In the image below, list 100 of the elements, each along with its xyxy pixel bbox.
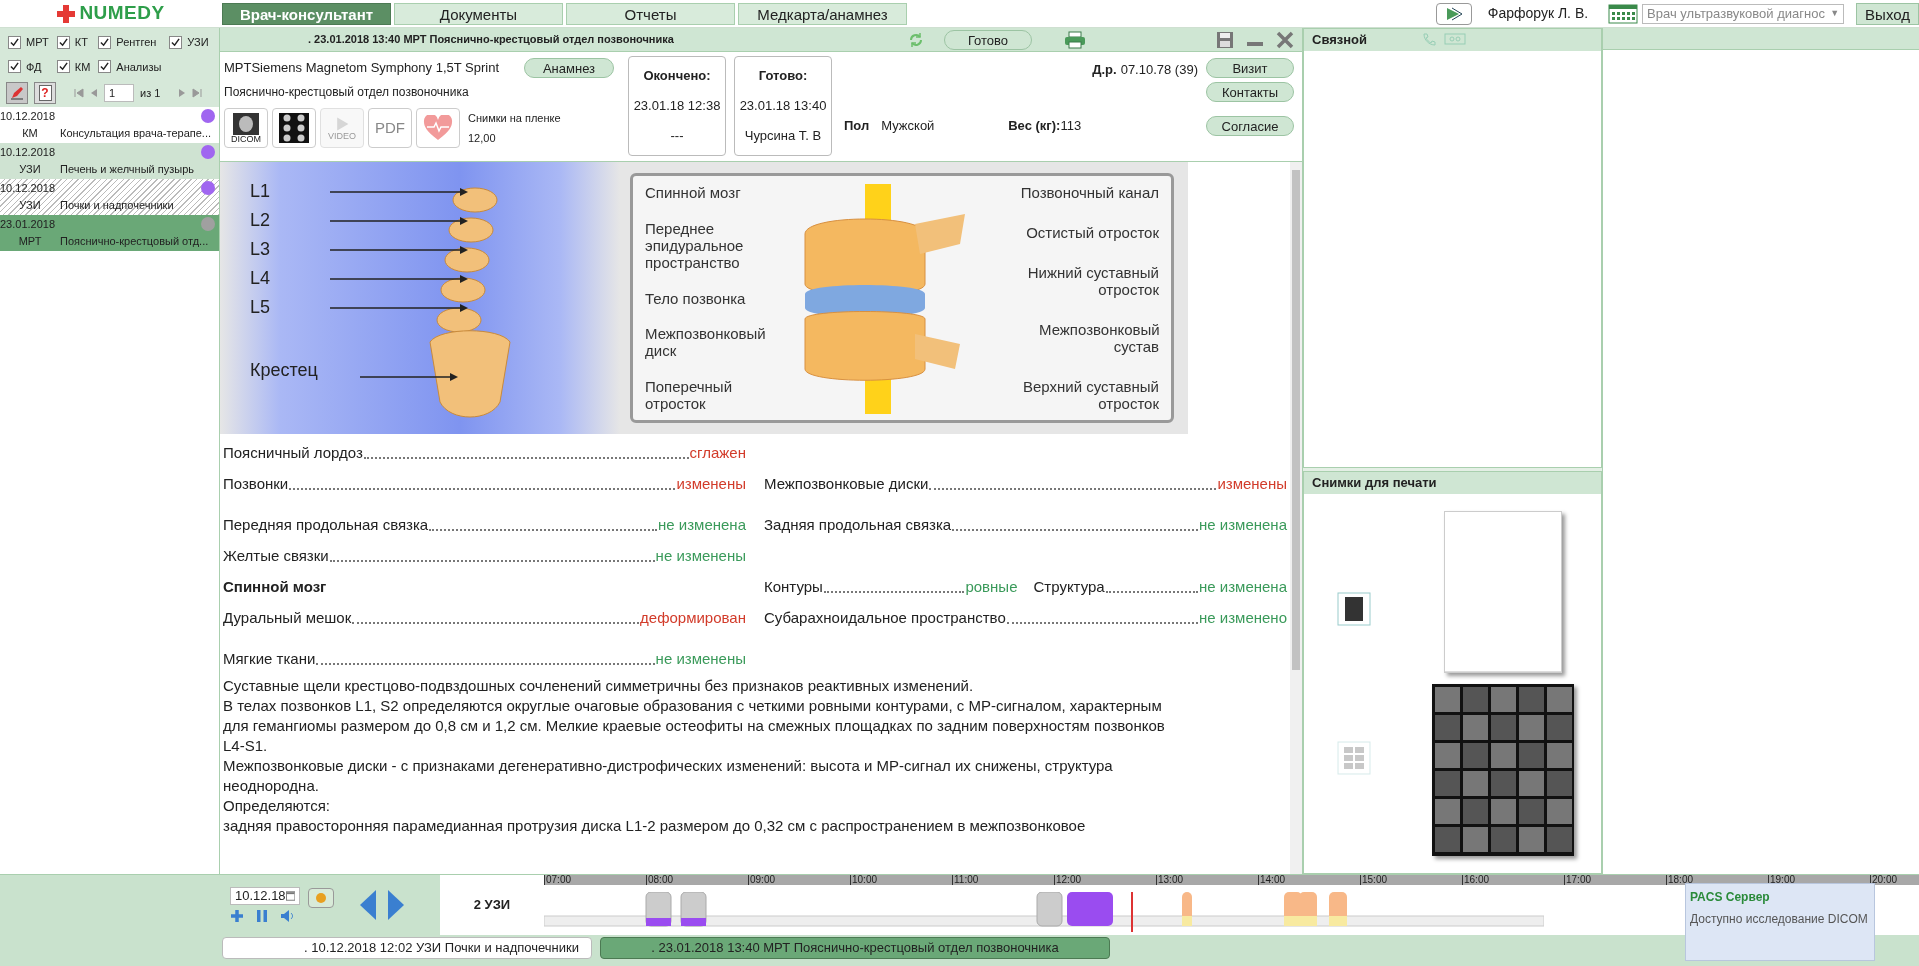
sex-label: Пол [844,117,870,136]
save-icon[interactable] [1216,30,1234,49]
field-label: Позвонки [223,473,289,494]
previous-page-icon[interactable] [90,88,98,98]
study-name: Печень и желчный пузырь [60,161,195,177]
dicom-media-button[interactable]: DICOM [224,108,268,148]
checkbox[interactable] [56,60,70,74]
field-label: Поясничный лордоз [223,442,363,463]
report-paragraph: задняя правосторонняя парамедианная протрузия диска L1-2 размером до 0,32 см с распространением в межпозвонковое [223,816,1087,836]
nav-tab[interactable]: Отчеты [566,2,735,25]
checkbox[interactable] [169,35,183,49]
ready-button[interactable]: Готово [944,29,1032,50]
calendar-icon[interactable] [1608,3,1639,24]
filter-label: Рентген [116,35,157,50]
logout-button[interactable]: Выход [1856,2,1919,25]
nav-tab[interactable]: Документы [394,2,563,25]
study-list-item[interactable]: 10.12.2018 УЗИ Почки и надпочечники [0,179,219,215]
play-icon [334,115,350,132]
hour-label: 08:00 [646,875,748,885]
filter-label: КМ [74,59,91,75]
field-label: Субарахноидальное пространство [764,607,1006,628]
device-name: MPTSiemens Magnetom Symphony 1,5T Sprint [224,59,501,78]
hour-label: 14:00 [1258,875,1360,885]
previous-day-icon[interactable] [358,889,378,921]
speaker-icon[interactable] [280,909,296,923]
checkbox[interactable] [8,35,21,49]
scrollbar[interactable] [1290,162,1302,874]
open-study-tab[interactable]: . 10.12.2018 12:02 УЗИ Почки и надпочечники [222,937,592,959]
image-grid-icon [279,113,309,143]
nav-tab[interactable]: Врач-консультант [222,2,391,25]
checkbox[interactable] [8,60,21,74]
notification-title: PACS Сервер [1690,889,1771,906]
study-type: КМ [21,125,39,141]
side-button[interactable]: Согласие [1206,116,1294,136]
hour-label: 11:00 [952,875,1054,885]
study-list-item[interactable]: 23.01.2018 МРТ Пояснично-крестцовый отд... [0,215,219,251]
date-field[interactable]: 10.12.18 [230,887,300,905]
checkbox[interactable] [56,35,70,49]
heart-media-button[interactable] [416,108,460,148]
open-study-tab[interactable]: . 23.01.2018 13:40 МРТ Пояснично-крестцовый отдел позвоночника [600,937,1110,959]
calendar-icon[interactable] [285,891,295,901]
filter-label: УЗИ [187,35,209,50]
anatomy-label: Верхний суставный отросток [1021,378,1159,412]
field-label: Мягкие ткани [223,648,316,669]
pause-icon[interactable] [256,909,268,923]
study-type: УЗИ [18,197,42,213]
next-page-icon[interactable] [178,88,187,98]
side-button[interactable]: Визит [1206,58,1294,78]
last-page-icon[interactable] [192,88,203,98]
notification-text: Доступно исследование DICOM [1690,911,1869,928]
side-button[interactable]: Контакты [1206,82,1294,102]
next-day-icon[interactable] [386,889,406,921]
birth-date: 07.10.78 (39) [1120,61,1198,80]
filter-label: Анализы [116,59,162,75]
sex-value: Мужской [881,117,936,136]
help-button[interactable]: ? [34,82,56,104]
sacrum-label: Крестец [250,359,318,381]
study-type: УЗИ [18,161,42,177]
film-value: 12,00 [468,131,497,146]
coin-icon [316,893,326,903]
hour-label: 17:00 [1564,875,1666,885]
folder-button[interactable] [308,888,334,908]
anatomy-label: Позвоночный канал [1020,184,1159,201]
scanner-button[interactable] [1435,2,1472,25]
section-heading: Спинной мозг [223,577,327,595]
refresh-icon[interactable] [908,31,924,48]
edit-button[interactable] [6,82,28,104]
field-value: деформирован [640,607,746,628]
nav-tab[interactable]: Медкарта/анамнез [738,2,907,25]
field-label: Контуры [764,576,823,597]
field-value: изменены [1217,473,1287,494]
close-icon[interactable] [1276,30,1294,49]
field-value: ровные [965,576,1018,597]
report-paragraph: Суставные щели крестцово-подвздошных сочленений симметричны без признаков реактивных изменений. [223,676,975,696]
anatomy-label: Переднее эпидуральное пространство [645,219,745,271]
add-icon[interactable] [230,909,244,923]
vertebra-label: L1 [250,180,271,202]
field-label: Структура [1033,576,1105,597]
field-value: не изменены [655,648,746,669]
printer-icon[interactable] [1064,30,1086,49]
anatomy-label: Поперечный отросток [645,378,734,412]
role-select[interactable]: Врач ультразвуковой диагнос ▼ [1642,3,1845,24]
field-label: Задняя продольная связка [764,514,952,535]
anatomy-label: Нижний суставный отросток [1026,264,1159,298]
first-page-icon[interactable] [74,88,84,98]
study-region: Пояснично-крестцовый отдел позвоночника [224,84,470,101]
report-paragraph: Межпозвонковые диски - с признаками дегенеративно-дистрофических изменений: высота и МР-сигнал их снижены, структура неоднородна. [223,756,1114,796]
card-title: Окончено: [643,67,711,86]
anatomy-label: Остистый отросток [1026,224,1159,241]
checkbox[interactable] [98,35,112,49]
anamnesis-button[interactable]: Анамнез [524,58,614,78]
vertebra-label: L5 [250,296,271,318]
page-field[interactable]: 1 [104,84,134,102]
checkbox[interactable] [98,60,112,74]
layout-single-icon[interactable] [1337,591,1371,626]
field-value: не изменена [1199,576,1287,597]
study-list-item[interactable]: 10.12.2018 УЗИ Печень и желчный пузырь [0,143,219,179]
pdf-media-button[interactable]: PDF [368,108,412,148]
grid-media-button[interactable] [272,108,316,148]
vertebra-label: L4 [250,267,271,289]
